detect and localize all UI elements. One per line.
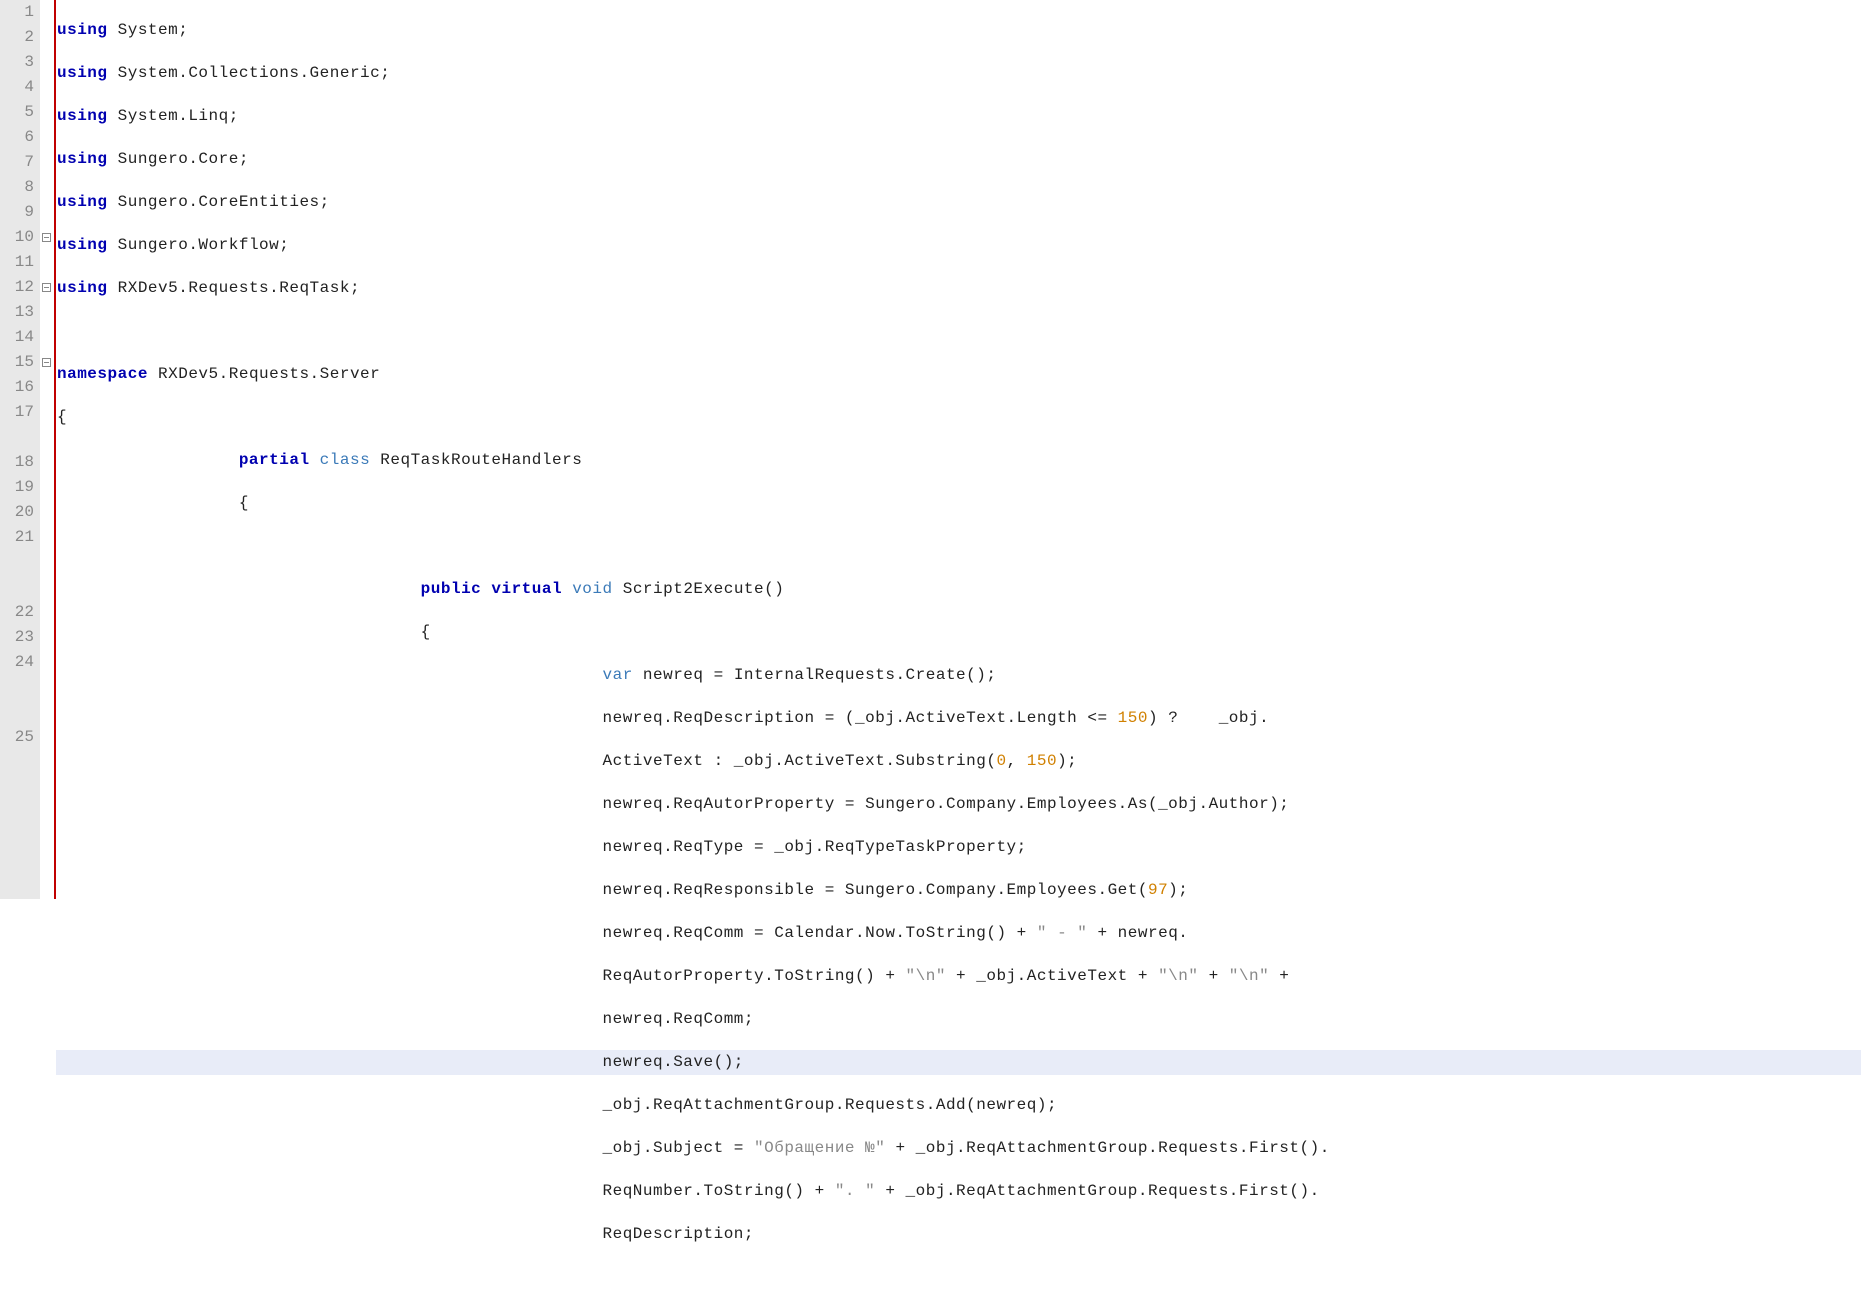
code-line: { <box>56 405 1861 430</box>
code-line: public virtual void Script2Execute() <box>56 577 1861 602</box>
code-line: using Sungero.CoreEntities; <box>56 190 1861 215</box>
line-number: 3 <box>0 50 34 75</box>
line-number: 23 <box>0 625 34 650</box>
code-line <box>56 534 1861 559</box>
line-number: 4 <box>0 75 34 100</box>
code-line: using System.Linq; <box>56 104 1861 129</box>
code-line: namespace RXDev5.Requests.Server <box>56 362 1861 387</box>
code-line: ReqNumber.ToString() + ". " + _obj.ReqAt… <box>56 1179 1861 1204</box>
line-number: 25 <box>0 725 34 750</box>
code-line: using Sungero.Workflow; <box>56 233 1861 258</box>
line-number: 12 <box>0 275 34 300</box>
code-line: partial class ReqTaskRouteHandlers <box>56 448 1861 473</box>
line-number: 18 <box>0 450 34 475</box>
line-number: 6 <box>0 125 34 150</box>
line-number: 11 <box>0 250 34 275</box>
line-number: 1 <box>0 0 34 25</box>
code-line: newreq.ReqResponsible = Sungero.Company.… <box>56 878 1861 903</box>
line-number: 15 <box>0 350 34 375</box>
fold-toggle-icon[interactable] <box>42 283 51 292</box>
line-number: 8 <box>0 175 34 200</box>
code-line: ReqDescription; <box>56 1222 1861 1247</box>
code-line: newreq.ReqComm = Calendar.Now.ToString()… <box>56 921 1861 946</box>
line-number: 22 <box>0 600 34 625</box>
code-line-current: newreq.Save(); <box>56 1050 1861 1075</box>
code-line: using System; <box>56 18 1861 43</box>
code-editor[interactable]: using System; using System.Collections.G… <box>56 0 1861 899</box>
code-line: newreq.ReqType = _obj.ReqTypeTaskPropert… <box>56 835 1861 860</box>
line-number: 16 <box>0 375 34 400</box>
code-line: _obj.ReqAttachmentGroup.Requests.Add(new… <box>56 1093 1861 1118</box>
line-number: 17 <box>0 400 34 450</box>
line-number: 7 <box>0 150 34 175</box>
code-line: var newreq = InternalRequests.Create(); <box>56 663 1861 688</box>
fold-toggle-icon[interactable] <box>42 358 51 367</box>
line-number: 9 <box>0 200 34 225</box>
code-line: { <box>56 620 1861 645</box>
code-line: newreq.ReqComm; <box>56 1007 1861 1032</box>
line-number: 24 <box>0 650 34 725</box>
line-number-gutter: 1 2 3 4 5 6 7 8 9 10 11 12 13 14 15 16 1… <box>0 0 40 899</box>
code-line: ActiveText : _obj.ActiveText.Substring(0… <box>56 749 1861 774</box>
code-line: newreq.ReqDescription = (_obj.ActiveText… <box>56 706 1861 731</box>
code-line: { <box>56 491 1861 516</box>
line-number: 21 <box>0 525 34 600</box>
code-line <box>56 1265 1861 1290</box>
code-line: _obj.Subject = "Обращение №" + _obj.ReqA… <box>56 1136 1861 1161</box>
line-number: 14 <box>0 325 34 350</box>
fold-toggle-icon[interactable] <box>42 233 51 242</box>
code-line: using System.Collections.Generic; <box>56 61 1861 86</box>
line-number: 20 <box>0 500 34 525</box>
code-line: using Sungero.Core; <box>56 147 1861 172</box>
code-line <box>56 319 1861 344</box>
fold-column <box>40 0 54 899</box>
code-line: ReqAutorProperty.ToString() + "\n" + _ob… <box>56 964 1861 989</box>
line-number: 5 <box>0 100 34 125</box>
code-line: newreq.ReqAutorProperty = Sungero.Compan… <box>56 792 1861 817</box>
line-number: 19 <box>0 475 34 500</box>
line-number: 10 <box>0 225 34 250</box>
line-number: 13 <box>0 300 34 325</box>
line-number: 2 <box>0 25 34 50</box>
code-line: using RXDev5.Requests.ReqTask; <box>56 276 1861 301</box>
